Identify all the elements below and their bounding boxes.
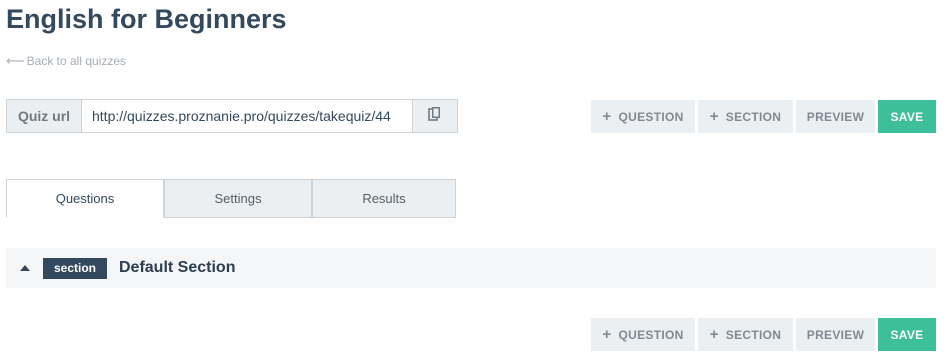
tab-questions-label: Questions xyxy=(55,191,115,206)
tab-questions[interactable]: Questions xyxy=(6,179,164,218)
save-button-bottom[interactable]: SAVE xyxy=(878,318,936,351)
plus-icon: + xyxy=(602,108,612,125)
quiz-url-label: Quiz url xyxy=(7,100,82,132)
save-button-top[interactable]: SAVE xyxy=(878,100,936,133)
section-title[interactable]: Default Section xyxy=(119,259,235,277)
section-badge: section xyxy=(43,257,107,279)
copy-icon xyxy=(428,106,442,127)
add-question-button-bottom[interactable]: + QUESTION xyxy=(591,318,695,351)
tab-results-label: Results xyxy=(362,191,406,206)
add-question-button-top[interactable]: + QUESTION xyxy=(591,100,695,133)
quiz-tabs: Questions Settings Results xyxy=(6,179,456,218)
section-header: section Default Section xyxy=(6,248,936,288)
add-section-button-top[interactable]: + SECTION xyxy=(698,100,793,133)
tab-results[interactable]: Results xyxy=(312,179,456,218)
copy-url-button[interactable] xyxy=(412,100,457,132)
page-title: English for Beginners xyxy=(6,4,287,34)
quiz-url-input[interactable] xyxy=(82,100,412,132)
add-question-label: QUESTION xyxy=(618,109,684,124)
plus-icon: + xyxy=(602,326,612,343)
preview-button-top[interactable]: PREVIEW xyxy=(796,100,875,133)
add-section-label: SECTION xyxy=(725,109,782,124)
arrow-left-icon: ⟵ xyxy=(6,53,25,68)
tab-settings-label: Settings xyxy=(214,191,262,206)
caret-up-icon[interactable] xyxy=(20,265,30,271)
tab-settings[interactable]: Settings xyxy=(164,179,312,218)
quiz-url-group: Quiz url xyxy=(6,99,458,133)
add-section-label: SECTION xyxy=(725,327,782,342)
add-section-button-bottom[interactable]: + SECTION xyxy=(698,318,793,351)
preview-button-bottom[interactable]: PREVIEW xyxy=(796,318,875,351)
plus-icon: + xyxy=(709,108,719,125)
add-question-label: QUESTION xyxy=(618,327,684,342)
back-link-label: Back to all quizzes xyxy=(26,54,127,68)
back-to-quizzes-link[interactable]: ⟵ Back to all quizzes xyxy=(6,53,126,69)
plus-icon: + xyxy=(709,326,719,343)
